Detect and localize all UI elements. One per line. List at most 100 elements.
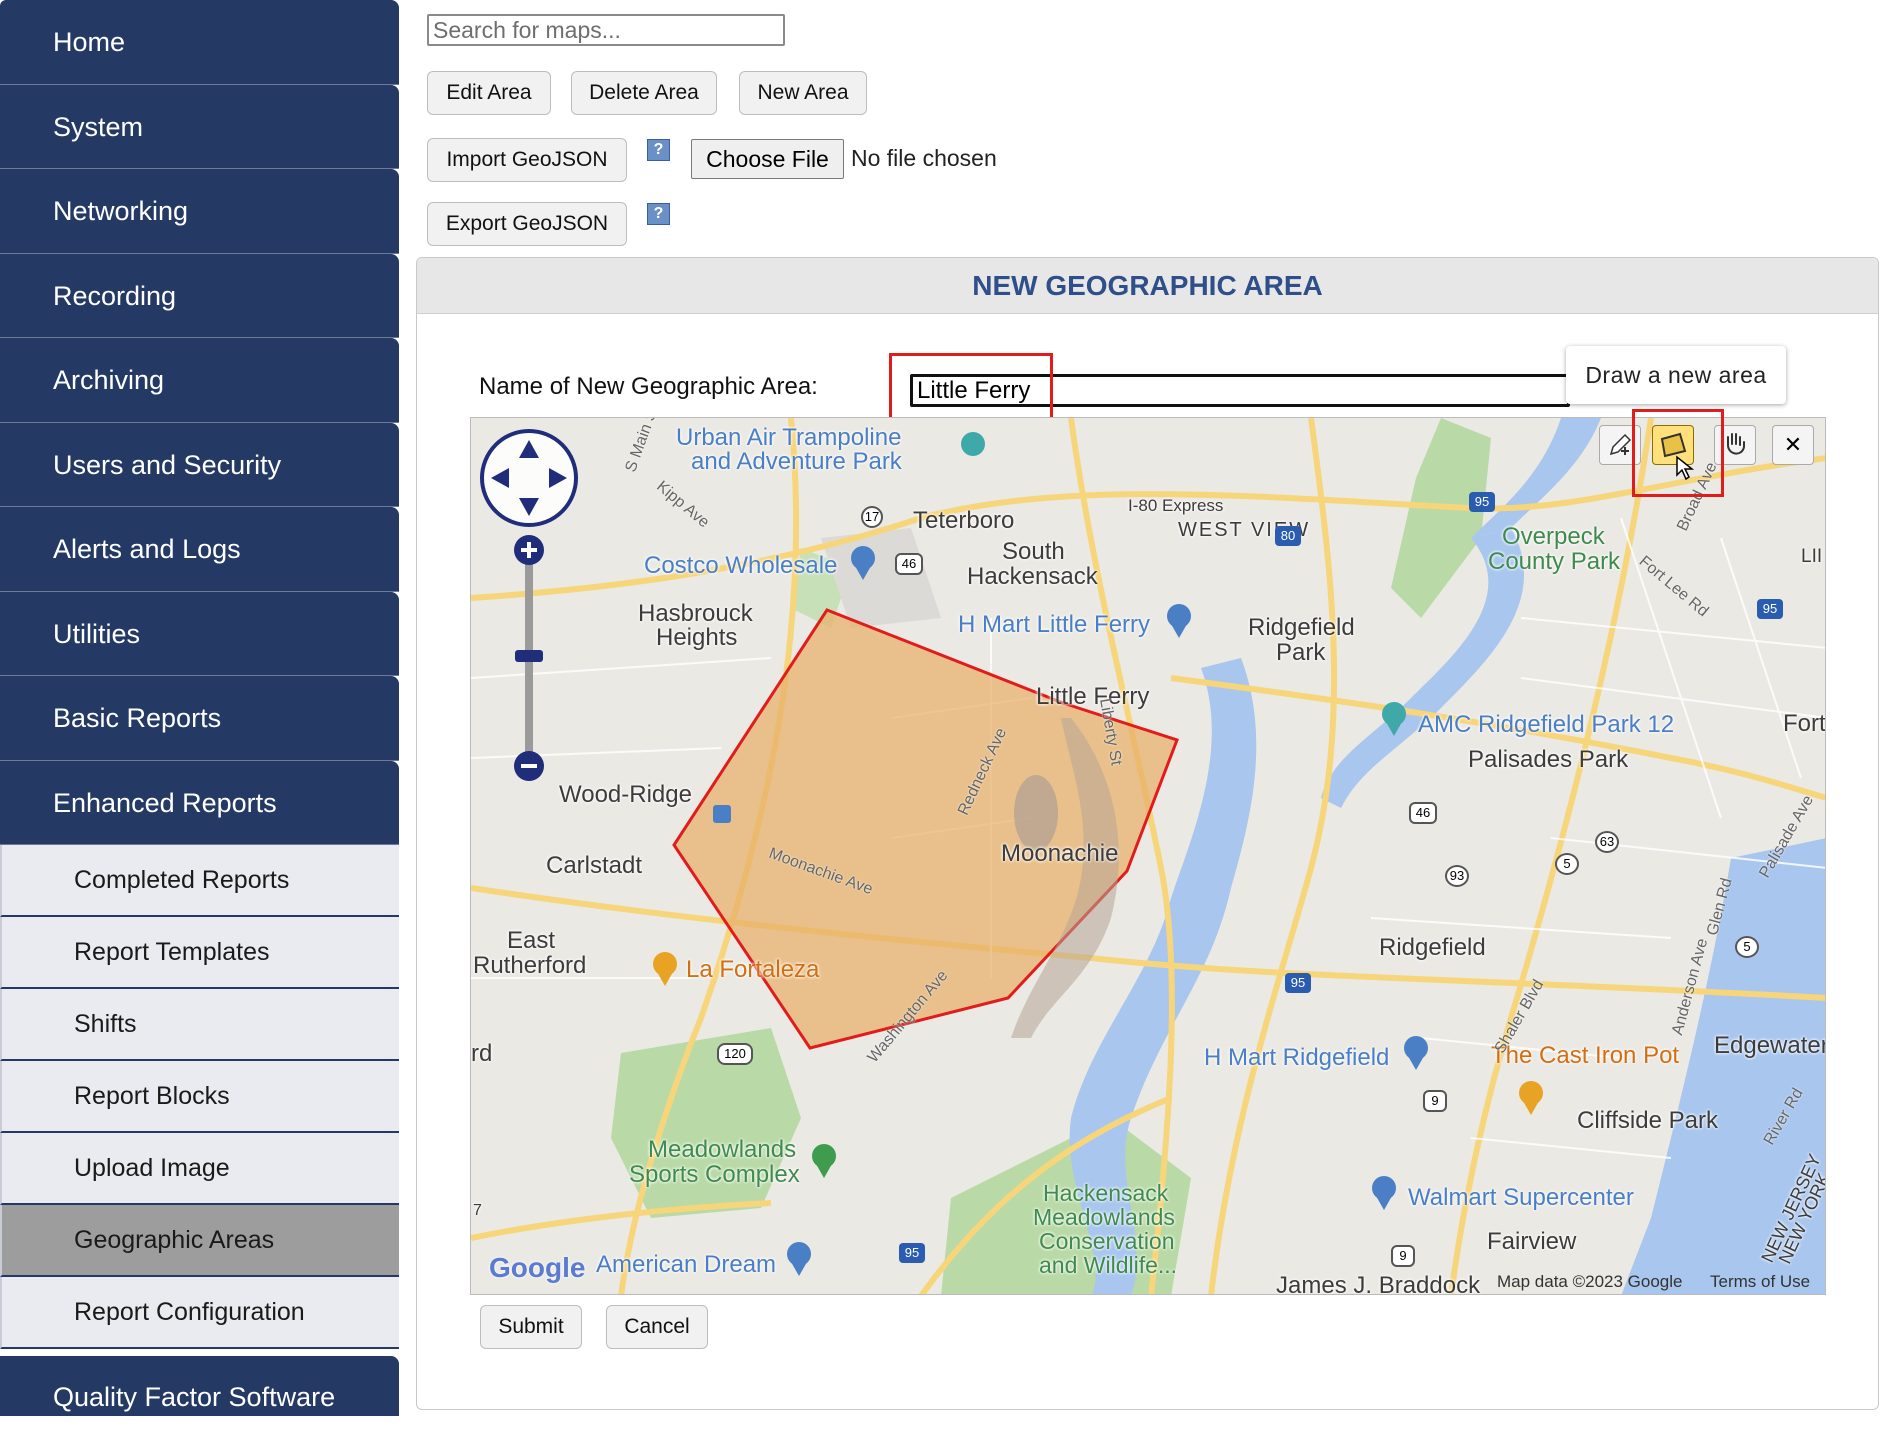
pan-hand-icon bbox=[1727, 433, 1745, 455]
label-hasbrouck-2: Heights bbox=[656, 624, 738, 651]
draw-area-tooltip: Draw a new area bbox=[1566, 346, 1786, 404]
label-cliffside-park: Cliffside Park bbox=[1577, 1107, 1718, 1134]
label-carlstadt: Carlstadt bbox=[546, 852, 643, 879]
shield-93: 93 bbox=[1445, 865, 1469, 887]
sidebar-item-shifts[interactable]: Shifts bbox=[0, 989, 399, 1061]
label-hmart-ridgefield: H Mart Ridgefield bbox=[1204, 1044, 1390, 1071]
highlight-name-box bbox=[889, 353, 1053, 423]
no-file-chosen-text: No file chosen bbox=[851, 145, 997, 171]
panel-title: NEW GEOGRAPHIC AREA bbox=[417, 258, 1878, 314]
sidebar-item-upload-image[interactable]: Upload Image bbox=[0, 1133, 399, 1205]
label-walmart: Walmart Supercenter bbox=[1408, 1184, 1634, 1211]
close-icon: ✕ bbox=[1783, 432, 1803, 457]
area-name-label: Name of New Geographic Area: bbox=[479, 373, 818, 400]
shield-5-west: 5 bbox=[1555, 853, 1579, 875]
shield-9-mid: 9 bbox=[1423, 1090, 1447, 1112]
sidebar-item-completed-reports[interactable]: Completed Reports bbox=[0, 845, 399, 917]
label-rd-edge: rd bbox=[471, 1040, 493, 1067]
label-overpeck: Overpeck bbox=[1502, 523, 1605, 550]
pan-zoom-control[interactable] bbox=[479, 428, 579, 808]
nav-users-and-security[interactable]: Users and Security bbox=[0, 422, 399, 507]
label-urban-air-2: and Adventure Park bbox=[691, 448, 902, 475]
cancel-button[interactable]: Cancel bbox=[606, 1305, 708, 1349]
label-teterboro: Teterboro bbox=[913, 507, 1015, 534]
sidebar-item-report-configuration[interactable]: Report Configuration bbox=[0, 1277, 399, 1349]
highlight-draw-tool-box bbox=[1632, 409, 1724, 497]
search-maps-input[interactable] bbox=[427, 14, 785, 46]
label-hackensack-meadowlands-3: Conservation bbox=[1039, 1228, 1175, 1254]
shield-46-east: 46 bbox=[1409, 802, 1437, 824]
zoom-slider-handle bbox=[515, 650, 543, 662]
shield-120: 120 bbox=[717, 1043, 753, 1065]
label-american-dream: American Dream bbox=[596, 1251, 777, 1278]
label-meadowlands: Meadowlands bbox=[648, 1136, 797, 1163]
label-edgewater: Edgewater bbox=[1714, 1032, 1826, 1059]
label-hackensack-meadowlands-2: Meadowlands bbox=[1033, 1204, 1175, 1230]
terms-of-use-link[interactable]: Terms of Use bbox=[1710, 1272, 1810, 1292]
export-geojson-button[interactable]: Export GeoJSON bbox=[427, 202, 627, 246]
nav-quality-factor-software[interactable]: Quality Factor Software bbox=[0, 1356, 399, 1416]
label-fairview: Fairview bbox=[1487, 1228, 1577, 1255]
nav-networking[interactable]: Networking bbox=[0, 169, 399, 254]
shield-95-north: 95 bbox=[1469, 492, 1495, 512]
label-south-hackensack: South bbox=[1002, 538, 1065, 565]
shield-9-south: 9 bbox=[1391, 1245, 1415, 1267]
label-hackensack-meadowlands-4: and Wildlife... bbox=[1039, 1252, 1178, 1278]
export-help-icon[interactable]: ? bbox=[647, 203, 670, 225]
label-ridgefield: Ridgefield bbox=[1379, 934, 1486, 961]
shield-95-mid: 95 bbox=[1285, 973, 1311, 993]
park-meadowlands bbox=[611, 1028, 801, 1218]
label-east-rutherford: East bbox=[507, 927, 556, 954]
label-hmart-little-ferry: H Mart Little Ferry bbox=[958, 611, 1151, 638]
label-lil-edge: LII bbox=[1801, 546, 1823, 567]
import-geojson-button[interactable]: Import GeoJSON bbox=[427, 138, 627, 182]
nav-basic-reports[interactable]: Basic Reports bbox=[0, 676, 399, 761]
shield-63: 63 bbox=[1595, 831, 1619, 853]
river-north bbox=[1471, 418, 1601, 538]
import-help-icon[interactable]: ? bbox=[647, 139, 670, 161]
choose-file-button[interactable]: Choose File bbox=[691, 139, 844, 179]
nav-recording[interactable]: Recording bbox=[0, 253, 399, 338]
submit-button[interactable]: Submit bbox=[480, 1305, 582, 1349]
nav-system[interactable]: System bbox=[0, 84, 399, 169]
label-cast-iron-pot: The Cast Iron Pot bbox=[1491, 1042, 1680, 1069]
nav-utilities[interactable]: Utilities bbox=[0, 591, 399, 676]
label-costco: Costco Wholesale bbox=[644, 552, 838, 579]
label-little-ferry: Little Ferry bbox=[1036, 683, 1150, 710]
edit-area-button[interactable]: Edit Area bbox=[427, 71, 551, 115]
shield-80: 80 bbox=[1275, 526, 1301, 546]
label-moonachie: Moonachie bbox=[1001, 840, 1119, 867]
label-ridgefield-park: Ridgefield bbox=[1248, 614, 1355, 641]
shield-95-east: 95 bbox=[1757, 599, 1783, 619]
label-james-braddock: James J. Braddock bbox=[1276, 1272, 1481, 1295]
label-amc: AMC Ridgefield Park 12 bbox=[1418, 711, 1675, 738]
sidebar-nav: Home System Networking Recording Archivi… bbox=[0, 0, 399, 1416]
sidebar-item-report-templates[interactable]: Report Templates bbox=[0, 917, 399, 989]
shield-17: 17 bbox=[861, 506, 883, 528]
nav-archiving[interactable]: Archiving bbox=[0, 338, 399, 423]
sidebar-item-geographic-areas[interactable]: Geographic Areas bbox=[0, 1205, 399, 1277]
label-i80: I-80 Express bbox=[1128, 496, 1224, 515]
new-area-button[interactable]: New Area bbox=[739, 71, 867, 115]
shield-95-south: 95 bbox=[899, 1243, 925, 1263]
delete-area-button[interactable]: Delete Area bbox=[571, 71, 717, 115]
shield-46: 46 bbox=[895, 553, 923, 575]
close-tool[interactable]: ✕ bbox=[1772, 425, 1814, 465]
label-meadowlands-2: Sports Complex bbox=[629, 1161, 800, 1188]
park-overpeck bbox=[1391, 418, 1491, 618]
nav-alerts-and-logs[interactable]: Alerts and Logs bbox=[0, 507, 399, 592]
nav-home[interactable]: Home bbox=[0, 0, 399, 85]
label-seven-edge: 7 bbox=[473, 1202, 482, 1219]
label-hackensack-meadowlands: Hackensack bbox=[1043, 1180, 1169, 1206]
nav-enhanced-reports[interactable]: Enhanced Reports bbox=[0, 760, 399, 845]
shield-5-east: 5 bbox=[1735, 936, 1759, 958]
label-ridgefield-park-2: Park bbox=[1276, 639, 1326, 666]
label-map-data: Map data ©2023 Google bbox=[1497, 1272, 1683, 1291]
google-logo: Google bbox=[489, 1252, 586, 1283]
mouse-cursor-icon bbox=[1676, 455, 1695, 481]
label-fort: Fort bbox=[1783, 710, 1826, 737]
map-canvas[interactable]: Urban Air Trampoline and Adventure Park … bbox=[470, 417, 1826, 1295]
sidebar-item-report-blocks[interactable]: Report Blocks bbox=[0, 1061, 399, 1133]
pencil-edit-icon bbox=[1609, 433, 1632, 456]
label-la-fortaleza: La Fortaleza bbox=[686, 956, 820, 983]
